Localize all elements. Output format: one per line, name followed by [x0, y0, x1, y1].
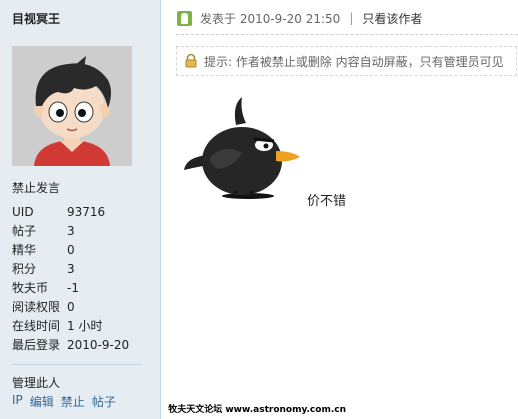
stat-key: 精华	[12, 243, 37, 257]
stat-key: 阅读权限	[12, 300, 61, 314]
stat-key: 牧夫币	[12, 281, 49, 295]
post-time: 发表于 2010-9-20 21:50	[200, 11, 341, 26]
only-author-link[interactable]: 只看该作者	[362, 10, 422, 27]
stat-last-login: 最后登录 2010-9-20	[12, 336, 152, 355]
stat-online-time: 在线时间 1 小时	[12, 317, 152, 336]
stat-coins: 牧夫币 -1	[12, 279, 152, 298]
manage-posts-link[interactable]: 帖子	[92, 393, 116, 410]
manage-ip-link[interactable]: IP	[12, 393, 23, 410]
manage-ban-link[interactable]: 禁止	[61, 393, 85, 410]
stat-value: 0	[67, 300, 75, 314]
stat-digest: 精华 0	[12, 241, 152, 260]
manage-edit-link[interactable]: 编辑	[30, 393, 54, 410]
stat-credits: 积分 3	[12, 260, 152, 279]
author-stats: UID 93716 帖子 3 精华 0 积分 3 牧夫币 -1 阅读权限 0 在…	[12, 203, 152, 355]
stat-posts: 帖子 3	[12, 222, 152, 241]
notice-text: 提示: 作者被禁止或删除 内容自动屏蔽，只有管理员可见	[204, 54, 504, 69]
stat-key: 帖子	[12, 224, 37, 238]
lock-icon	[185, 53, 197, 68]
stat-value: 93716	[67, 205, 106, 219]
stat-key: UID	[12, 205, 34, 219]
stat-value: -1	[67, 281, 79, 295]
site-watermark: 牧夫天文论坛 www.astronomy.com.cn	[168, 405, 346, 415]
blocked-notice: 提示: 作者被禁止或删除 内容自动屏蔽，只有管理员可见	[176, 46, 517, 76]
online-status-icon	[177, 10, 192, 26]
avatar-cartoon-icon	[12, 46, 132, 166]
stat-read-permission: 阅读权限 0	[12, 298, 152, 317]
sidebar-divider	[12, 364, 142, 365]
stat-value: 0	[67, 243, 75, 257]
stat-uid: UID 93716	[12, 203, 152, 222]
bird-emoticon-icon	[184, 97, 300, 199]
user-group: 禁止发言	[12, 181, 61, 195]
post-header: 发表于 2010-9-20 21:50 | 只看该作者	[177, 9, 422, 27]
stat-key: 在线时间	[12, 319, 61, 333]
stat-value: 3	[67, 262, 75, 276]
stat-key: 积分	[12, 262, 37, 276]
header-separator: |	[349, 11, 354, 25]
stat-value: 2010-9-20	[67, 338, 130, 352]
stat-value: 1 小时	[67, 319, 103, 333]
manage-user-label: 管理此人	[12, 376, 61, 390]
author-name[interactable]: 目视冥王	[12, 10, 60, 27]
header-divider	[176, 34, 518, 35]
stat-value: 3	[67, 224, 75, 238]
avatar[interactable]	[12, 46, 132, 166]
manage-links: IP 编辑 禁止 帖子	[12, 393, 116, 410]
post-body: 价不错	[307, 194, 347, 209]
author-sidebar: 目视冥王 禁止发言 UID 93716 帖子 3 精华 0 积分 3 牧夫币 -…	[0, 0, 161, 419]
stat-key: 最后登录	[12, 338, 61, 352]
